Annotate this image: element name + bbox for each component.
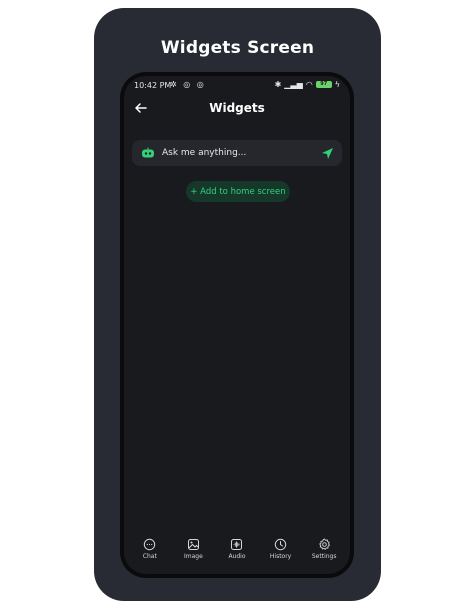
phone-screen: 10:42 PM ✲ ◎ ◎ ✱ ▁▃▅ ◠ 97 ϟ Widgets Ask … bbox=[124, 76, 350, 574]
page-title: Widgets bbox=[209, 101, 265, 115]
app-bar: Widgets bbox=[124, 96, 350, 122]
status-bar: 10:42 PM ✲ ◎ ◎ ✱ ▁▃▅ ◠ 97 ϟ bbox=[124, 76, 350, 96]
history-icon bbox=[274, 538, 287, 551]
charging-icon: ϟ bbox=[334, 80, 340, 89]
nav-item-image[interactable]: Image bbox=[173, 538, 213, 560]
phone-frame: 10:42 PM ✲ ◎ ◎ ✱ ▁▃▅ ◠ 97 ϟ Widgets Ask … bbox=[120, 72, 354, 578]
bottom-nav: Chat Image Audio History Settings bbox=[124, 538, 350, 574]
nav-label: Settings bbox=[311, 553, 337, 560]
audio-icon bbox=[231, 539, 243, 550]
showcase-title: Widgets Screen bbox=[160, 38, 315, 58]
ask-input[interactable] bbox=[162, 144, 312, 162]
nav-item-audio[interactable]: Audio bbox=[217, 538, 257, 560]
ask-bar[interactable] bbox=[132, 140, 342, 166]
status-time: 10:42 PM bbox=[134, 81, 172, 90]
add-to-home-screen-button[interactable]: + Add to home screen bbox=[186, 181, 290, 202]
bluetooth-icon: ✱ bbox=[274, 80, 282, 89]
nav-label: History bbox=[269, 553, 292, 560]
robot-icon bbox=[142, 147, 154, 158]
nav-item-chat[interactable]: Chat bbox=[130, 538, 170, 560]
image-icon bbox=[187, 539, 199, 550]
nav-label: Image bbox=[183, 553, 203, 560]
status-icons: ✱ ▁▃▅ ◠ 97 ϟ bbox=[275, 80, 340, 89]
nav-label: Audio bbox=[228, 553, 246, 560]
nav-label: Chat bbox=[142, 553, 157, 560]
signal-icon: ▁▃▅ bbox=[284, 80, 303, 89]
wifi-icon: ◠ bbox=[305, 80, 313, 89]
nav-item-settings[interactable]: Settings bbox=[304, 538, 344, 560]
nav-item-history[interactable]: History bbox=[261, 538, 301, 560]
battery-icon: 97 bbox=[315, 81, 332, 88]
notification-icons: ✲ ◎ ◎ bbox=[170, 80, 206, 89]
chat-icon bbox=[144, 538, 156, 551]
gear-icon bbox=[318, 538, 330, 550]
send-icon[interactable] bbox=[321, 147, 334, 160]
